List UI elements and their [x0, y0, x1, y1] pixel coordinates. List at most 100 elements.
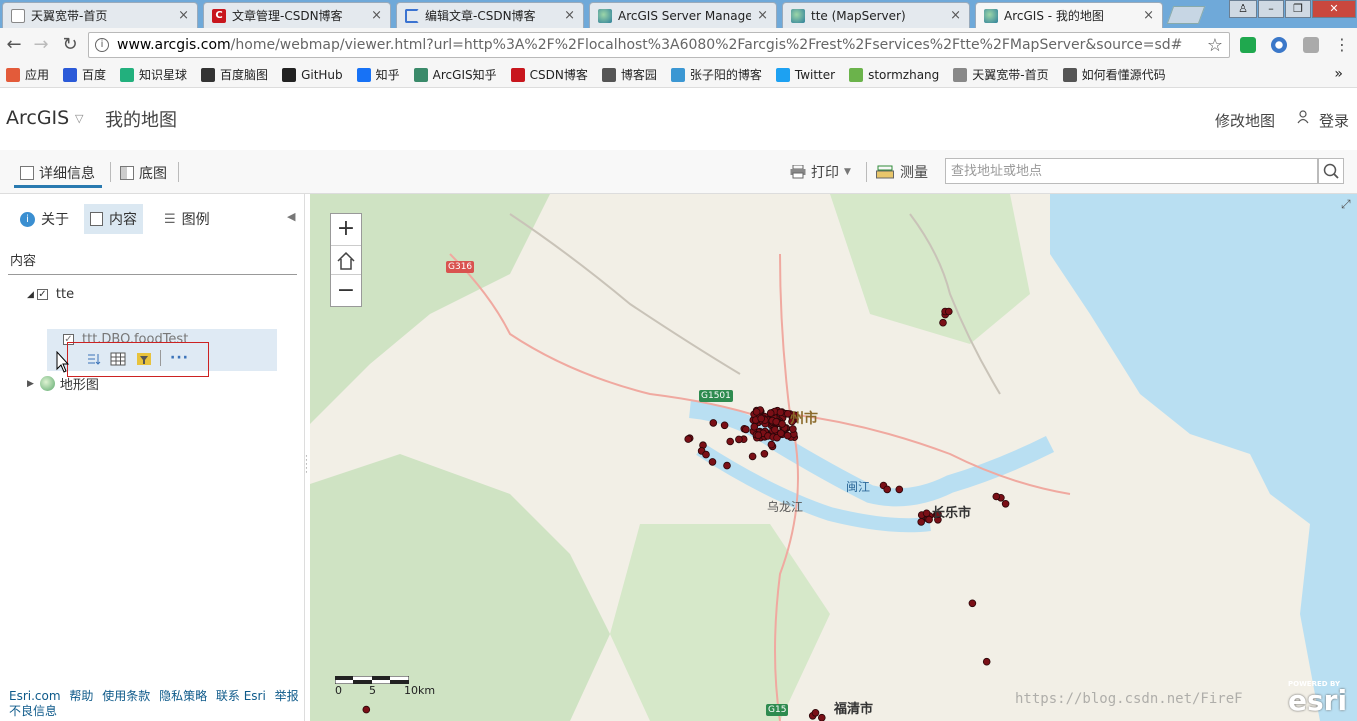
feature-point[interactable]: [982, 657, 991, 666]
feature-point[interactable]: [883, 485, 891, 494]
feature-point[interactable]: [735, 435, 743, 444]
site-info-icon[interactable]: i: [95, 38, 109, 52]
footer-link-terms[interactable]: 使用条款: [102, 689, 150, 703]
feature-point[interactable]: [752, 408, 761, 416]
feature-point[interactable]: [766, 409, 775, 417]
collapse-panel-icon[interactable]: ◀: [287, 210, 295, 223]
feature-point[interactable]: [1001, 499, 1010, 508]
home-extent-button[interactable]: [331, 245, 361, 275]
browser-tab-2[interactable]: C 文章管理-CSDN博客 ×: [203, 2, 391, 28]
map-canvas[interactable]: [310, 194, 1357, 721]
feature-point[interactable]: [708, 458, 717, 466]
bookmark-item[interactable]: 博客园: [601, 66, 657, 83]
close-icon[interactable]: ×: [564, 8, 575, 23]
user-profile-button[interactable]: ♙: [1229, 0, 1257, 18]
zoom-in-button[interactable]: +: [331, 214, 361, 244]
feature-point[interactable]: [783, 431, 792, 440]
close-icon[interactable]: ×: [178, 8, 189, 23]
new-tab-button[interactable]: [1166, 6, 1206, 24]
feature-point[interactable]: [362, 705, 371, 714]
zoom-out-button[interactable]: −: [331, 276, 361, 306]
bookmark-item[interactable]: 如何看懂源代码: [1062, 66, 1166, 83]
tab-details[interactable]: 详细信息: [14, 160, 102, 188]
feature-point[interactable]: [723, 461, 731, 470]
bookmark-item[interactable]: 知识星球: [120, 66, 187, 83]
bookmark-item[interactable]: stormzhang: [849, 67, 939, 82]
feature-point[interactable]: [702, 450, 710, 459]
layer-visibility-checkbox[interactable]: ✓: [36, 289, 48, 300]
reload-button[interactable]: ↻: [58, 34, 82, 56]
address-bar[interactable]: i www.arcgis.com/home/webmap/viewer.html…: [88, 32, 1230, 58]
bookmark-item[interactable]: Twitter: [775, 67, 835, 82]
layer-group-tte[interactable]: ◢ ✓ tte: [27, 287, 74, 302]
bookmark-item[interactable]: 张子阳的博客: [670, 66, 762, 83]
more-options-icon[interactable]: ···: [170, 350, 189, 366]
feature-point[interactable]: [709, 419, 718, 427]
feature-point[interactable]: [684, 435, 693, 443]
basemap-layer[interactable]: ▶ 地形图: [27, 374, 99, 393]
bookmark-item[interactable]: ArcGIS知乎: [413, 66, 497, 83]
close-icon[interactable]: ×: [950, 8, 961, 23]
feature-point[interactable]: [767, 440, 776, 449]
map-view[interactable]: [310, 194, 1357, 721]
feature-point[interactable]: [811, 708, 820, 717]
filter-icon[interactable]: [136, 352, 152, 366]
arcgis-brand[interactable]: ArcGIS: [6, 107, 69, 129]
feature-point[interactable]: [778, 420, 786, 428]
bookmark-item[interactable]: 百度: [63, 66, 106, 83]
bookmark-item[interactable]: 百度脑图: [201, 66, 268, 83]
tab-basemap[interactable]: 底图: [120, 160, 167, 186]
extension-globe-icon[interactable]: [1271, 37, 1287, 53]
modify-map-link[interactable]: 修改地图: [1215, 110, 1275, 131]
bookmark-item[interactable]: 知乎: [356, 66, 400, 83]
expand-map-icon[interactable]: ⤢: [1341, 197, 1351, 212]
extension-cube-icon[interactable]: [1303, 37, 1319, 53]
chevron-down-icon[interactable]: ▽: [75, 112, 83, 125]
print-button[interactable]: 打印 ▼: [790, 162, 851, 182]
window-close-button[interactable]: ✕: [1312, 0, 1356, 18]
minimize-button[interactable]: –: [1258, 0, 1284, 18]
feature-point[interactable]: [818, 713, 826, 721]
feature-point[interactable]: [720, 421, 729, 430]
feature-point[interactable]: [754, 431, 763, 440]
bookmark-star-icon[interactable]: ☆: [1207, 35, 1223, 56]
feature-point[interactable]: [922, 509, 931, 518]
bookmark-item[interactable]: CSDN博客: [510, 66, 588, 83]
feature-point[interactable]: [968, 599, 977, 608]
show-legend-icon[interactable]: [86, 352, 102, 366]
feature-point[interactable]: [777, 429, 785, 438]
close-icon[interactable]: ×: [757, 8, 768, 23]
bookmark-item[interactable]: 天翼宽带-首页: [953, 66, 1049, 83]
tab-legend[interactable]: ☰ 图例: [158, 204, 216, 234]
bookmark-item[interactable]: GitHub: [282, 67, 343, 82]
back-button[interactable]: ←: [2, 34, 26, 56]
tab-about[interactable]: i 关于: [14, 204, 75, 234]
login-link[interactable]: 登录: [1319, 110, 1349, 131]
feature-point[interactable]: [750, 423, 759, 431]
browser-tab-3[interactable]: 编辑文章-CSDN博客 ×: [396, 2, 584, 28]
forward-button[interactable]: →: [29, 34, 53, 56]
close-icon[interactable]: ×: [371, 8, 382, 23]
feature-point[interactable]: [726, 437, 735, 446]
bookmarks-overflow-button[interactable]: »: [1334, 66, 1343, 82]
expand-toggle-icon[interactable]: ▶: [27, 379, 34, 389]
feature-point[interactable]: [944, 307, 953, 316]
adblock-shield-icon[interactable]: [1240, 37, 1256, 53]
browser-tab-4[interactable]: ArcGIS Server Manager ×: [589, 2, 777, 28]
bookmark-item[interactable]: 应用: [6, 66, 49, 83]
tab-content[interactable]: 内容: [84, 204, 143, 234]
footer-link-privacy[interactable]: 隐私策略: [159, 689, 207, 703]
feature-point[interactable]: [939, 318, 947, 327]
maximize-button[interactable]: ❐: [1285, 0, 1311, 18]
measure-button[interactable]: 测量: [876, 162, 928, 182]
feature-point[interactable]: [757, 414, 766, 423]
footer-link-help[interactable]: 帮助: [69, 689, 93, 703]
search-input[interactable]: [945, 158, 1318, 184]
feature-point[interactable]: [895, 485, 904, 494]
panel-splitter-handle[interactable]: · · · · ·: [305, 453, 308, 478]
browser-tab-6-active[interactable]: ArcGIS - 我的地图 ×: [975, 2, 1163, 28]
esri-logo[interactable]: POWERED BY esri: [1288, 680, 1347, 715]
feature-point[interactable]: [748, 452, 757, 461]
footer-link-contact[interactable]: 联系 Esri: [216, 689, 266, 703]
close-icon[interactable]: ×: [1143, 8, 1154, 23]
